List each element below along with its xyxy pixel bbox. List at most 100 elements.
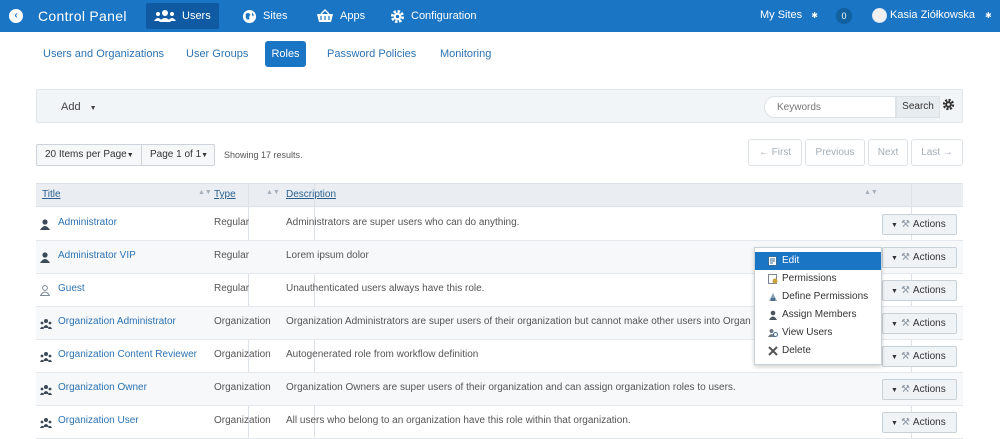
globe-icon (242, 9, 257, 23)
tab-password-policies[interactable]: Password Policies (327, 48, 416, 60)
menu-item-edit[interactable]: Edit (755, 252, 881, 270)
wrench-icon: ⚒ (900, 351, 910, 362)
nav-apps-label: Apps (340, 10, 366, 22)
actions-label: Actions (912, 219, 946, 230)
user-menu[interactable]: Kasia Ziółkowska ✱ (890, 9, 992, 21)
chevron-down-icon: ✱ (811, 11, 818, 20)
permissions-icon (768, 274, 778, 284)
basket-icon (317, 9, 333, 22)
actions-button[interactable]: ▼ ⚒ Actions (882, 214, 957, 235)
actions-label: Actions (912, 417, 946, 428)
actions-button[interactable]: ▼ ⚒ Actions (882, 346, 957, 367)
gear-icon (390, 9, 405, 23)
table-row: Organization Owner Organization Organizati… (36, 373, 963, 406)
nav-configuration[interactable]: Configuration (382, 3, 484, 29)
role-title-link[interactable]: Organization Owner (58, 382, 147, 393)
nav-sites[interactable]: Sites (234, 3, 295, 29)
menu-item-label: View Users (782, 327, 833, 338)
role-title-link[interactable]: Administrator (58, 217, 117, 228)
notification-count[interactable]: 0 (836, 8, 852, 24)
top-bar: ‹ Control Panel Users Sites Apps Configu… (0, 0, 1000, 32)
column-title[interactable]: Title (42, 189, 61, 200)
wrench-icon: ⚒ (900, 252, 910, 263)
page-select[interactable]: Page 1 of 1▼ (141, 144, 215, 166)
previous-page-button[interactable]: Previous (805, 139, 865, 166)
sort-icon[interactable]: ▲▼ (864, 189, 878, 196)
edit-icon (768, 256, 777, 266)
role-description: Organization Owners are super users of t… (286, 382, 736, 393)
actions-button[interactable]: ▼ ⚒ Actions (882, 313, 957, 334)
column-type[interactable]: Type (214, 189, 236, 200)
wrench-icon: ⚒ (900, 384, 910, 395)
role-type: Regular (214, 283, 250, 294)
search-input[interactable] (764, 96, 896, 118)
menu-item-label: Edit (782, 255, 800, 266)
my-sites-menu[interactable]: My Sites ✱ (760, 9, 818, 21)
nav-users-label: Users (182, 10, 211, 22)
nav-apps[interactable]: Apps (308, 3, 373, 29)
add-label: Add (61, 101, 81, 113)
menu-item-label: Define Permissions (782, 291, 869, 302)
user-name: Kasia Ziółkowska (890, 9, 975, 21)
back-icon[interactable]: ‹ (9, 9, 23, 23)
wrench-icon: ⚒ (900, 285, 910, 296)
view-users-icon (768, 329, 778, 337)
actions-label: Actions (912, 351, 946, 362)
menu-item-define-permissions[interactable]: Define Permissions (755, 288, 881, 306)
table-header: Title ▲▼ Type ▲▼ Description ▲▼ (36, 183, 963, 207)
actions-button[interactable]: ▼ ⚒ Actions (882, 280, 957, 301)
next-page-button[interactable]: Next (868, 139, 908, 166)
tab-roles[interactable]: Roles (265, 41, 306, 67)
tab-user-groups[interactable]: User Groups (186, 48, 248, 60)
tab-monitoring[interactable]: Monitoring (440, 48, 491, 60)
actions-button[interactable]: ▼ ⚒ Actions (882, 379, 957, 400)
organization-icon (40, 318, 52, 332)
wrench-icon: ⚒ (900, 318, 910, 329)
management-toolbar: Add ▼ Search (36, 89, 963, 123)
app-title: Control Panel (38, 8, 127, 24)
sort-icon[interactable]: ▲▼ (198, 189, 212, 196)
settings-gear-icon[interactable] (942, 98, 955, 111)
organization-icon (40, 417, 52, 431)
caret-down-icon: ▼ (891, 222, 898, 229)
role-description: Autogenerated role from workflow definit… (286, 349, 479, 360)
table-row: Administrator Regular Administrators are s… (36, 208, 963, 241)
role-title-link[interactable]: Organization Administrator (58, 316, 176, 327)
last-page-button[interactable]: Last → (911, 139, 963, 166)
role-title-link[interactable]: Organization Content Reviewer (58, 349, 197, 360)
items-per-page-select[interactable]: 20 Items per Page▼ (36, 144, 142, 166)
organization-icon (40, 351, 52, 365)
actions-button[interactable]: ▼ ⚒ Actions (882, 247, 957, 268)
role-title-link[interactable]: Administrator VIP (58, 250, 136, 261)
sort-icon[interactable]: ▲▼ (266, 189, 280, 196)
column-description[interactable]: Description (286, 189, 336, 200)
menu-item-delete[interactable]: Delete (755, 342, 881, 360)
role-title-link[interactable]: Guest (58, 283, 85, 294)
menu-item-permissions[interactable]: Permissions (755, 270, 881, 288)
add-button[interactable]: Add ▼ (61, 101, 97, 113)
role-title-link[interactable]: Organization User (58, 415, 139, 426)
define-permissions-icon (769, 293, 777, 301)
menu-item-view-users[interactable]: View Users (755, 324, 881, 342)
actions-button[interactable]: ▼ ⚒ Actions (882, 412, 957, 433)
my-sites-label: My Sites (760, 9, 803, 21)
caret-down-icon: ▼ (201, 152, 209, 159)
search-button[interactable]: Search (896, 96, 940, 118)
assign-members-icon (769, 310, 777, 320)
caret-down-icon: ▼ (891, 420, 898, 427)
caret-down-icon: ▼ (891, 288, 898, 295)
actions-label: Actions (912, 252, 946, 263)
caret-down-icon: ▼ (891, 387, 898, 394)
first-page-button[interactable]: ← First (748, 139, 802, 166)
menu-item-label: Assign Members (782, 309, 857, 320)
role-type: Organization (214, 382, 271, 393)
users-icon (154, 10, 176, 22)
role-description: Unauthenticated users always have this r… (286, 283, 485, 294)
nav-users[interactable]: Users (146, 3, 219, 29)
avatar[interactable] (872, 8, 887, 23)
menu-item-assign-members[interactable]: Assign Members (755, 306, 881, 324)
role-type: Regular (214, 250, 250, 261)
chevron-down-icon: ✱ (985, 11, 992, 20)
tab-users-and-organizations[interactable]: Users and Organizations (43, 48, 164, 60)
guest-icon (39, 285, 51, 299)
